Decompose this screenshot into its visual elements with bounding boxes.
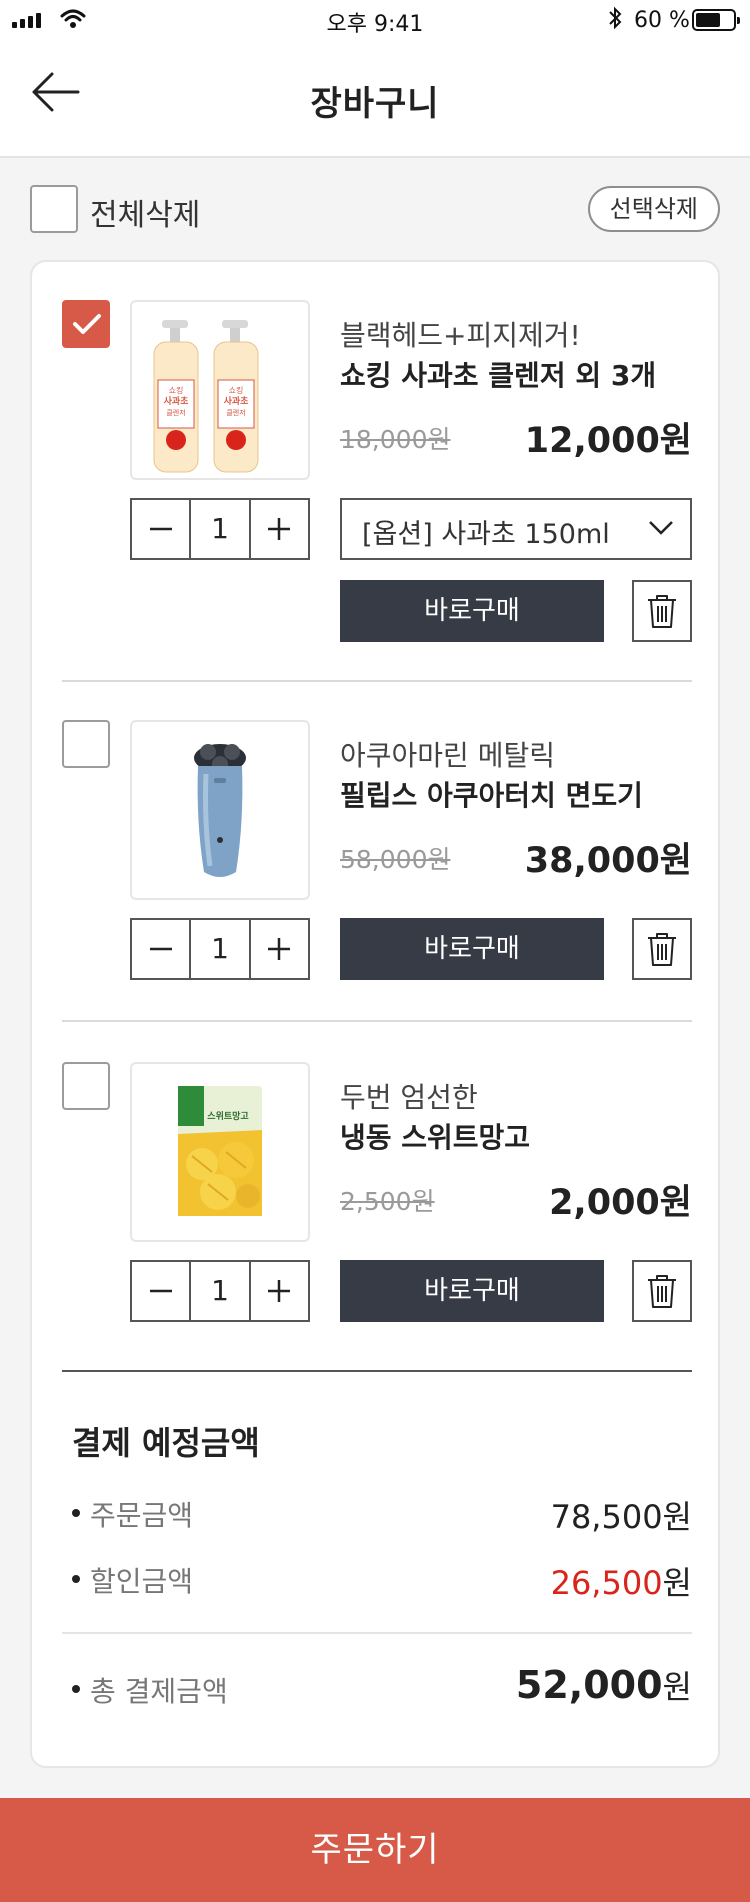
product-image-label: 쇼킹 [169,385,184,395]
sale-price: 12,000원 [524,421,692,461]
total-amount-label: 총 결제금액 [90,1675,228,1708]
select-all-label: 전체삭제 [90,198,201,233]
order-amount-label: 주문금액 [90,1499,194,1532]
product-image-label: 클렌저 [226,408,245,417]
decrease-button[interactable] [132,1262,189,1320]
discount-amount-value: 26,500원 [550,1564,692,1602]
increase-button[interactable] [251,920,308,978]
quantity-stepper: 1 [130,918,310,980]
decrease-button[interactable] [132,500,189,558]
minus-icon [149,1289,172,1293]
select-bar: 전체삭제 선택삭제 [0,160,750,256]
battery-percent: 60 % [634,8,690,33]
delete-item-button[interactable] [632,1260,692,1322]
product-image [130,720,310,900]
item-checkbox[interactable] [62,1062,110,1110]
buy-now-button[interactable]: 바로구매 [340,1260,604,1322]
plus-icon [268,938,291,960]
option-value: [옵션] 사과초 150ml [362,519,610,550]
summary-divider [62,1370,692,1372]
page-title: 장바구니 [310,84,440,124]
bluetooth-icon [608,6,622,36]
product-image: 쇼킹 사과초 클렌저 쇼킹 사과초 클렌저 [130,300,310,480]
discount-amount-row: 할인금액 26,500원 [62,1560,692,1602]
original-price: 58,000원 [340,845,451,874]
cart-list: 쇼킹 사과초 클렌저 쇼킹 사과초 클렌저 블랙헤드+피지제거! 쇼킹 사과초 … [30,260,720,1768]
bullet [72,1575,80,1583]
cart-item: 스위트망고 두번 엄선한 냉동 스위트망고 2,500원 2,000원 1 바로… [32,1024,722,1364]
summary-title: 결제 예정금액 [72,1424,260,1462]
chevron-down-icon [649,521,673,535]
quantity-value[interactable]: 1 [189,1262,251,1320]
bullet [72,1685,80,1693]
order-button[interactable]: 주문하기 [0,1798,750,1902]
minus-icon [149,947,172,951]
total-amount-value: 52,000원 [515,1663,692,1707]
checkmark-icon [73,314,101,334]
battery-icon [692,9,740,31]
increase-button[interactable] [251,500,308,558]
plus-icon [268,1280,291,1302]
plus-icon [268,518,291,540]
sale-price: 38,000원 [524,841,692,881]
cart-item: 아쿠아마린 메탈릭 필립스 아쿠아터치 면도기 58,000원 38,000원 … [32,682,722,1022]
trash-icon [648,933,676,966]
quantity-stepper: 1 [130,1260,310,1322]
buy-now-button[interactable]: 바로구매 [340,580,604,642]
quantity-stepper: 1 [130,498,310,560]
quantity-value[interactable]: 1 [189,500,251,558]
product-name[interactable]: 냉동 스위트망고 [340,1116,530,1156]
order-amount-row: 주문금액 78,500원 [62,1494,692,1536]
buy-now-button[interactable]: 바로구매 [340,918,604,980]
decrease-button[interactable] [132,920,189,978]
product-image-label: 스위트망고 [207,1110,248,1122]
product-name[interactable]: 쇼킹 사과초 클렌저 외 3개 [340,354,656,394]
app-header: 장바구니 [0,40,750,158]
product-name[interactable]: 필립스 아쿠아터치 면도기 [340,774,643,814]
item-checkbox[interactable] [62,300,110,348]
select-all-checkbox[interactable] [30,185,78,233]
total-amount-row: 총 결제금액 52,000원 [62,1663,692,1710]
product-image: 스위트망고 [130,1062,310,1242]
discount-amount-label: 할인금액 [90,1565,194,1598]
cart-item: 쇼킹 사과초 클렌저 쇼킹 사과초 클렌저 블랙헤드+피지제거! 쇼킹 사과초 … [32,262,722,682]
original-price: 18,000원 [340,425,451,454]
product-brand: 아쿠아마린 메탈릭 [340,739,555,772]
minus-icon [149,527,172,531]
item-checkbox[interactable] [62,720,110,768]
increase-button[interactable] [251,1262,308,1320]
bullet [72,1509,80,1517]
original-price: 2,500원 [340,1187,435,1216]
product-brand: 블랙헤드+피지제거! [340,319,581,352]
delete-item-button[interactable] [632,918,692,980]
option-select[interactable]: [옵션] 사과초 150ml [340,498,692,560]
order-amount-value: 78,500원 [550,1498,692,1536]
product-brand: 두번 엄선한 [340,1081,478,1114]
delete-selected-button[interactable]: 선택삭제 [587,186,720,232]
trash-icon [648,595,676,628]
product-image-label: 쇼킹 [229,385,244,395]
product-image-label: 사과초 [224,395,250,407]
trash-icon [648,1275,676,1308]
product-image-label: 클렌저 [166,408,185,417]
status-bar: 오후 9:41 60 % [0,0,750,40]
quantity-value[interactable]: 1 [189,920,251,978]
delete-item-button[interactable] [632,580,692,642]
sale-price: 2,000원 [549,1183,692,1223]
product-image-label: 사과초 [164,395,190,407]
summary-divider [62,1632,692,1634]
item-divider [62,1020,692,1022]
